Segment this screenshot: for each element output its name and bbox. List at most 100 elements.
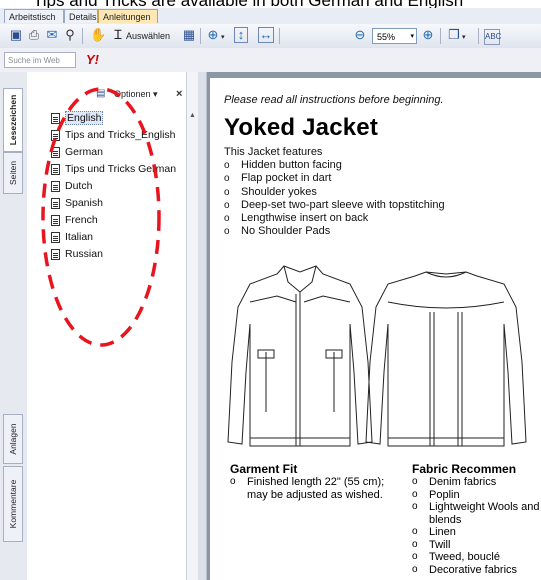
- sidetab-label: Kommentare: [8, 479, 18, 529]
- select-tool-label: Auswählen: [126, 31, 171, 41]
- sidetab-lesezeichen[interactable]: Lesezeichen: [3, 88, 23, 152]
- zoom-out-icon: ⊖: [354, 27, 366, 42]
- document-viewport[interactable]: Please read all instructions before begi…: [207, 72, 541, 580]
- document-title: Yoked Jacket: [224, 114, 379, 141]
- feature-text: Deep-set two-part sleeve with topstitchi…: [241, 198, 445, 211]
- toolbar-separator: [478, 28, 479, 44]
- yahoo-logo[interactable]: Y!: [86, 52, 99, 68]
- tab-arbeitstisch[interactable]: Arbeitstisch: [4, 9, 64, 23]
- sidetab-kommentare[interactable]: Kommentare: [3, 466, 23, 542]
- fabric-text: Poplin: [429, 488, 460, 501]
- red-dashed-highlight-oval: [41, 87, 161, 347]
- fabric-item: o Tweed, bouclé: [412, 551, 500, 563]
- toolbar-separator: [200, 28, 201, 44]
- snapshot-icon: ▦: [182, 27, 196, 42]
- select-tool-button[interactable]: Ɪ Auswählen: [110, 27, 170, 45]
- caption-text: Tips and Tricks are available in both Ge…: [0, 0, 541, 8]
- fit-page-icon: ↕: [234, 27, 248, 43]
- fit-width-button[interactable]: ↔: [258, 27, 274, 45]
- sidetab-label: Seiten: [8, 160, 18, 186]
- main-toolbar: ▣ ⎙ ✉ ⚲ ✋ Ɪ Auswählen ▦ ⊕ ▾ ↕ ↔ ⊖ 55% ▾ ⊕ ❐…: [0, 24, 541, 49]
- email-button[interactable]: ✉: [44, 27, 60, 45]
- features-intro: This Jacket features: [224, 146, 323, 158]
- snapshot-button[interactable]: ▦: [181, 27, 197, 45]
- fabric-text: Twill: [429, 538, 451, 551]
- fabric-item: o Decorative fabrics: [412, 563, 518, 576]
- scroll-up-arrow-icon[interactable]: ▲: [187, 110, 198, 121]
- hand-icon: ✋: [90, 27, 107, 42]
- fabric-text: Lightweight Wools and blends: [429, 501, 540, 526]
- fabric-heading: Fabric Recommen: [412, 462, 517, 476]
- find-icon: ⚲: [65, 27, 75, 42]
- instructions-text: Please read all instructions before begi…: [224, 94, 444, 106]
- feature-text: Lengthwise insert on back: [241, 212, 369, 225]
- jacket-sketch-illustration: [227, 265, 527, 447]
- zoom-plus-button[interactable]: ⊕: [420, 27, 436, 45]
- tab-details[interactable]: Details: [64, 9, 98, 23]
- feature-item: o Lengthwise insert on back: [224, 212, 369, 225]
- feature-text: No Shoulder Pads: [241, 225, 331, 238]
- sidetab-anlagen[interactable]: Anlagen: [3, 414, 23, 464]
- sidetab-label: Lesezeichen: [8, 94, 18, 146]
- panel-scrollbar[interactable]: ▲: [186, 72, 198, 580]
- select-text-icon: Ɪ: [114, 27, 122, 42]
- garment-fit-heading: Garment Fit: [230, 462, 298, 476]
- feature-list: o Hidden button facing o Flap pocket in da…: [224, 159, 445, 239]
- zoom-select[interactable]: 55% ▾: [372, 28, 417, 44]
- feature-text: Flap pocket in dart: [241, 172, 332, 185]
- feature-text: Hidden button facing: [241, 159, 342, 171]
- sidetab-seiten[interactable]: Seiten: [3, 152, 23, 194]
- hand-tool-button[interactable]: ✋: [90, 27, 106, 45]
- zoom-out-button[interactable]: ⊖: [352, 27, 368, 45]
- fabric-text: Linen: [429, 526, 456, 538]
- web-search-bar: Suche im Web Y!: [0, 48, 541, 73]
- print-button[interactable]: ⎙: [26, 27, 42, 45]
- fabric-text: Decorative fabrics: [429, 563, 518, 576]
- fabric-item: o Poplin: [412, 488, 460, 501]
- zoom-in-icon: ⊕: [207, 27, 219, 42]
- pages-button[interactable]: ❐ ▾: [446, 27, 465, 45]
- feature-text: Shoulder yokes: [241, 185, 317, 198]
- spellcheck-button[interactable]: ABC: [484, 27, 501, 45]
- chevron-down-icon: ▾: [410, 33, 414, 40]
- fabric-item: o Linen: [412, 526, 456, 538]
- feature-item: o Flap pocket in dart: [224, 172, 332, 185]
- feature-item: o Hidden button facing: [224, 159, 342, 171]
- email-icon: ✉: [46, 27, 58, 42]
- zoom-value: 55%: [377, 32, 396, 42]
- fabric-item: o Lightweight Wools and blends: [412, 501, 540, 526]
- tab-anleitungen[interactable]: Anleitungen: [98, 9, 158, 23]
- save-icon: ▣: [9, 27, 23, 42]
- zoom-plus-icon: ⊕: [422, 27, 434, 42]
- zoom-in-button[interactable]: ⊕ ▾: [205, 27, 225, 45]
- search-input[interactable]: Suche im Web: [4, 52, 76, 68]
- panel-splitter[interactable]: [198, 72, 207, 580]
- fit-page-button[interactable]: ↕: [234, 27, 248, 45]
- close-icon[interactable]: ×: [176, 88, 182, 100]
- feature-item: o Deep-set two-part sleeve with topstitch…: [224, 198, 445, 211]
- feature-item: o No Shoulder Pads: [224, 225, 331, 238]
- feature-item: o Shoulder yokes: [224, 185, 317, 198]
- toolbar-separator: [82, 28, 83, 44]
- side-tab-strip: Lesezeichen Seiten Anlagen Kommentare: [0, 72, 28, 580]
- fabric-item: o Twill: [412, 538, 451, 551]
- save-button[interactable]: ▣: [8, 27, 24, 45]
- fabric-list: o Denim fabrics o Poplin o Lightweight Wool…: [412, 476, 541, 576]
- find-button[interactable]: ⚲: [62, 27, 78, 45]
- garment-fit-text: Finished length 22" (55 cm); may be adju…: [247, 476, 385, 501]
- jacket-back-drawing: [365, 271, 527, 447]
- toolbar-separator: [279, 28, 280, 44]
- pages-icon: ❐: [448, 27, 460, 42]
- garment-fit-list: o Finished length 22" (55 cm); may be adj…: [230, 476, 390, 501]
- workspace-tabbar: Arbeitstisch Details Anleitungen: [0, 8, 541, 25]
- print-icon: ⎙: [28, 27, 40, 42]
- garment-fit-item: o Finished length 22" (55 cm); may be adj…: [230, 476, 385, 501]
- spellcheck-icon: ABC: [484, 29, 501, 45]
- jacket-front-drawing: [227, 265, 373, 447]
- fit-width-icon: ↔: [258, 27, 274, 43]
- fabric-text: Tweed, bouclé: [429, 551, 500, 563]
- fabric-item: o Denim fabrics: [412, 476, 497, 488]
- toolbar-separator: [440, 28, 441, 44]
- document-page: Please read all instructions before begi…: [210, 78, 541, 580]
- sidetab-label: Anlagen: [8, 423, 18, 455]
